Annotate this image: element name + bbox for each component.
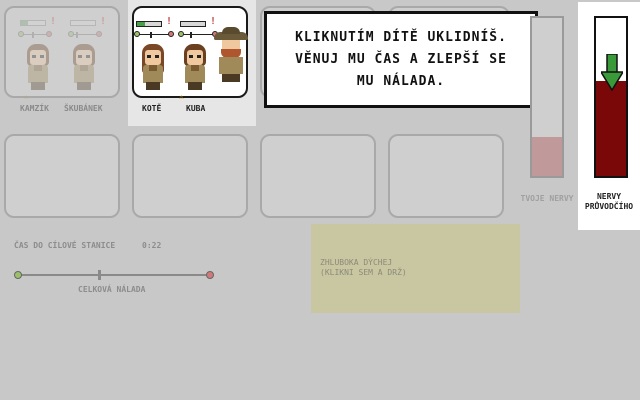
your-nerves-meter [530, 16, 564, 178]
alert-icon: ! [166, 16, 173, 27]
nerve-slider-kuba [178, 31, 218, 39]
overall-mood-label: CELKOVÁ NÁLADA [78, 285, 146, 294]
passenger-slot-7[interactable] [260, 134, 376, 218]
warning-icon: ⚠ [24, 92, 29, 101]
driver-nerves-fill [596, 81, 626, 176]
alert-icon: ! [210, 16, 217, 27]
passenger-name: KUBA [186, 104, 206, 113]
nerve-slider-kote [134, 31, 174, 39]
driver-nerves-label: NERVY PRŮVODČÍHO [584, 192, 634, 211]
nerve-slider-skubanek [68, 31, 102, 39]
time-value: 0:22 [142, 241, 162, 250]
passenger-slot-6[interactable] [132, 134, 248, 218]
child-sprite-skubanek[interactable] [70, 44, 98, 90]
child-sprite-kuba[interactable] [181, 44, 209, 90]
breathe-button[interactable]: ZHLUBOKA DÝCHEJ (KLIKNI SEM A DRŽ) [311, 224, 520, 313]
time-label: ČAS DO CÍLOVÉ STANICE [14, 241, 116, 250]
tutorial-text: KLIKNUTÍM DÍTĚ UKLIDNÍŠ. VĚNUJ MU ČAS A … [295, 29, 507, 89]
passenger-name: KOTĚ [142, 104, 162, 113]
driver-nerves-panel: NERVY PRŮVODČÍHO [578, 2, 640, 230]
mood-marker [98, 270, 102, 280]
passenger-slot-8[interactable] [388, 134, 504, 218]
child-sprite-kote[interactable] [139, 44, 167, 90]
arrow-down-icon [601, 54, 623, 92]
your-nerves-fill [532, 136, 562, 176]
mood-bar-skubanek [70, 20, 96, 26]
breathe-label: ZHLUBOKA DÝCHEJ [320, 258, 393, 267]
warning-icon: ⚠ [179, 92, 184, 101]
mood-bar-kuba [180, 21, 206, 27]
driver-nerves-meter [594, 16, 628, 178]
your-nerves-label: TVOJE NERVY [520, 194, 574, 203]
overall-mood-slider [14, 270, 214, 280]
mood-bar-kamzik [20, 20, 46, 26]
tutorial-dialog: KLIKNUTÍM DÍTĚ UKLIDNÍŠ. VĚNUJ MU ČAS A … [264, 11, 538, 108]
scout-leader-sprite [214, 27, 248, 82]
passenger-name: KAMZÍK [20, 104, 49, 113]
mood-bar-kote [136, 21, 162, 27]
passenger-name: ŠKUBÁNEK [64, 104, 103, 113]
alert-icon: ! [50, 16, 57, 27]
alert-icon: ! [100, 16, 107, 27]
nerve-slider-kamzik [18, 31, 52, 39]
passenger-slot-5[interactable] [4, 134, 120, 218]
breathe-hint: (KLIKNI SEM A DRŽ) [320, 268, 407, 277]
child-sprite-kamzik[interactable] [24, 44, 52, 90]
